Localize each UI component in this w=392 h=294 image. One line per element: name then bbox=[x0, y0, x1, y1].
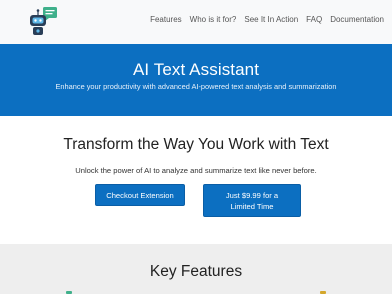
nav-link-documentation[interactable]: Documentation bbox=[330, 15, 384, 24]
cta-section: Transform the Way You Work with Text Unl… bbox=[0, 116, 392, 244]
checkout-extension-button[interactable]: Checkout Extension bbox=[95, 184, 185, 206]
limited-time-price-button[interactable]: Just $9.99 for a Limited Time bbox=[203, 184, 301, 217]
nav-link-see-it-in-action[interactable]: See It In Action bbox=[244, 15, 298, 24]
nav-link-features[interactable]: Features bbox=[150, 15, 182, 24]
robot-chat-icon[interactable] bbox=[26, 5, 62, 39]
hero-banner: AI Text Assistant Enhance your productiv… bbox=[0, 44, 392, 116]
cta-title: Transform the Way You Work with Text bbox=[63, 136, 329, 153]
nav-links: Features Who is it for? See It In Action… bbox=[142, 15, 384, 24]
navbar: Features Who is it for? See It In Action… bbox=[0, 0, 392, 44]
features-section: Key Features bbox=[0, 244, 392, 294]
cta-text: Unlock the power of AI to analyze and su… bbox=[75, 166, 317, 175]
features-title: Key Features bbox=[149, 263, 243, 280]
nav-link-faq[interactable]: FAQ bbox=[306, 15, 322, 24]
hero-subtitle: Enhance your productivity with advanced … bbox=[55, 82, 337, 91]
hero-title: AI Text Assistant bbox=[132, 60, 260, 79]
nav-link-who-is-it-for[interactable]: Who is it for? bbox=[190, 15, 237, 24]
